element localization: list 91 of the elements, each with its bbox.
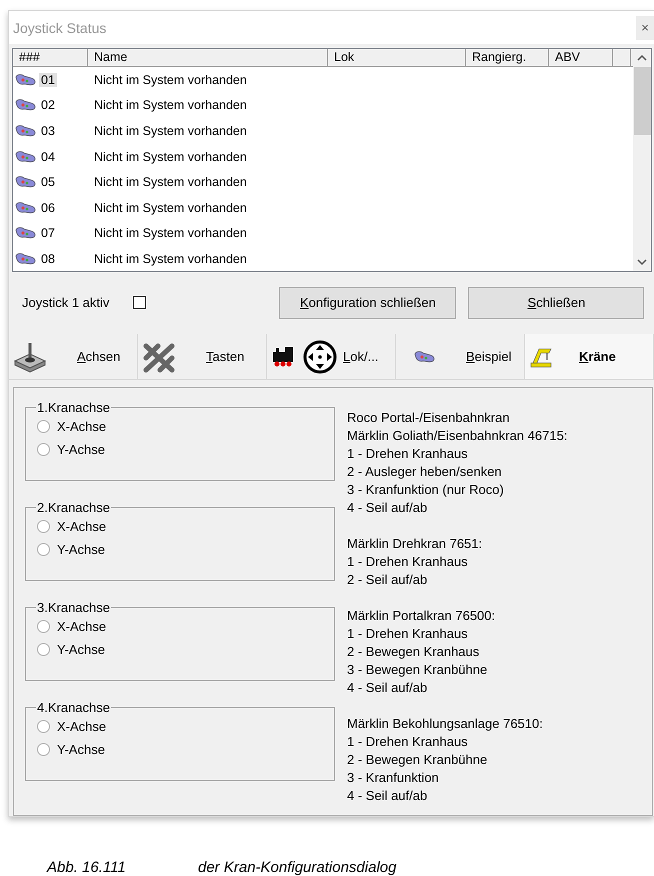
column-header[interactable]: ABV xyxy=(549,49,613,66)
row-number[interactable]: 02 xyxy=(39,98,57,112)
info-text: 3 - Kranfunktion (nur Roco) xyxy=(347,481,505,499)
close-configuration-button[interactable]: Konfiguration schließen xyxy=(279,286,456,318)
radio-option[interactable]: Y-Achse xyxy=(37,642,324,657)
radio-label: X-Achse xyxy=(57,419,106,434)
radio-label: X-Achse xyxy=(57,719,106,734)
gamepad-icon xyxy=(15,150,37,164)
info-text: Roco Portal-/Eisenbahnkran xyxy=(347,409,511,427)
table-cell-text: Nicht im System vorhanden xyxy=(93,150,247,164)
info-text: Märklin Goliath/Eisenbahnkran 46715: xyxy=(347,427,568,445)
row-number[interactable]: 06 xyxy=(39,200,57,215)
table-cell-text: Nicht im System vorhanden xyxy=(93,98,247,112)
gamepad-icon xyxy=(15,200,37,215)
gamepad-icon xyxy=(15,124,37,138)
tab[interactable]: Achsen xyxy=(9,334,138,379)
info-text: Märklin Drehkran 7651: xyxy=(347,535,484,553)
column-header[interactable]: ### xyxy=(13,49,88,66)
radio-button[interactable] xyxy=(37,720,50,733)
radio-label: X-Achse xyxy=(57,519,106,534)
figure-caption: der Kran-Konfigurationsdialog xyxy=(198,859,396,876)
radio-option[interactable]: X-Achse xyxy=(37,619,324,634)
info-text: 2 - Bewegen Kranbühne xyxy=(347,751,488,769)
table-cell-text: Nicht im System vorhanden xyxy=(93,226,247,240)
table-cell-text: Nicht im System vorhanden xyxy=(93,124,247,138)
radio-button[interactable] xyxy=(37,643,50,656)
radio-option[interactable]: X-Achse xyxy=(37,519,324,534)
gamepad-icon xyxy=(15,252,37,266)
scroll-thumb[interactable] xyxy=(634,67,650,135)
gamepad-icon xyxy=(414,350,436,364)
radio-option[interactable]: Y-Achse xyxy=(37,742,324,757)
row-number[interactable]: 05 xyxy=(39,175,57,190)
radio-button[interactable] xyxy=(37,443,50,456)
table-cell-text: Nicht im System vorhanden xyxy=(93,175,247,190)
group-title: 4.Kranachse xyxy=(36,700,111,715)
radio-label: Y-Achse xyxy=(57,742,105,757)
info-text: Märklin Portalkran 76500: xyxy=(347,607,496,625)
radio-label: X-Achse xyxy=(57,619,106,634)
table-cell-text: Nicht im System vorhanden xyxy=(93,200,247,215)
radio-button[interactable] xyxy=(37,620,50,633)
info-text: 3 - Bewegen Kranbühne xyxy=(347,661,488,679)
radio-option[interactable]: X-Achse xyxy=(37,719,324,734)
info-text: 4 - Seil auf/ab xyxy=(347,499,428,517)
info-text: 2 - Ausleger heben/senken xyxy=(347,463,503,481)
checkbox-label: Joystick 1 aktiv xyxy=(22,295,110,310)
radio-button[interactable] xyxy=(37,743,50,756)
info-text: Märklin Bekohlungsanlage 76510: xyxy=(347,715,544,733)
close-button[interactable]: Schließen xyxy=(468,286,644,318)
radio-button[interactable] xyxy=(37,420,50,433)
column-header[interactable]: Rangierg. xyxy=(466,49,549,66)
info-text: 1 - Drehen Kranhaus xyxy=(347,625,469,643)
joystick-icon xyxy=(13,340,47,372)
info-text: 3 - Kranfunktion xyxy=(347,769,440,787)
gamepad-icon xyxy=(15,226,37,240)
group-title: 3.Kranachse xyxy=(36,600,111,615)
row-number[interactable]: 04 xyxy=(39,150,57,164)
column-header[interactable]: Lok xyxy=(328,49,466,66)
figure-number: Abb. 16.111 xyxy=(47,859,127,876)
info-text: 2 - Bewegen Kranhaus xyxy=(347,643,480,661)
window-title: Joystick Status xyxy=(13,20,106,36)
radio-label: Y-Achse xyxy=(57,442,105,457)
info-text: 1 - Drehen Kranhaus xyxy=(347,553,469,571)
info-text: 4 - Seil auf/ab xyxy=(347,787,428,805)
info-text: 2 - Seil auf/ab xyxy=(347,571,428,589)
tab[interactable]: Kräne xyxy=(525,334,654,379)
group-title: 2.Kranachse xyxy=(36,500,111,515)
row-number[interactable]: 01 xyxy=(39,72,57,87)
table-cell-text: Nicht im System vorhanden xyxy=(93,72,247,87)
info-text: 1 - Drehen Kranhaus xyxy=(347,733,469,751)
group-title: 1.Kranachse xyxy=(36,400,111,415)
row-number[interactable]: 07 xyxy=(39,226,57,240)
gamepad-icon xyxy=(15,175,37,190)
radio-label: Y-Achse xyxy=(57,642,105,657)
radio-label: Y-Achse xyxy=(57,542,105,557)
column-header[interactable]: Name xyxy=(88,49,328,66)
radio-button[interactable] xyxy=(37,543,50,556)
row-number[interactable]: 08 xyxy=(39,252,57,266)
gamepad-icon xyxy=(15,98,37,112)
scrollbar[interactable] xyxy=(633,49,651,271)
gamepad-icon xyxy=(15,72,37,87)
close-button[interactable]: × xyxy=(636,16,654,40)
info-text: 4 - Seil auf/ab xyxy=(347,679,428,697)
row-number[interactable]: 03 xyxy=(39,124,57,138)
table-cell-text: Nicht im System vorhanden xyxy=(93,252,247,266)
info-text: 1 - Drehen Kranhaus xyxy=(347,445,469,463)
radio-button[interactable] xyxy=(37,520,50,533)
radio-option[interactable]: Y-Achse xyxy=(37,542,324,557)
locomotive-and-arrows-icon xyxy=(271,340,337,374)
radio-option[interactable]: Y-Achse xyxy=(37,442,324,457)
radio-option[interactable]: X-Achse xyxy=(37,419,324,434)
checkbox[interactable] xyxy=(133,296,146,309)
